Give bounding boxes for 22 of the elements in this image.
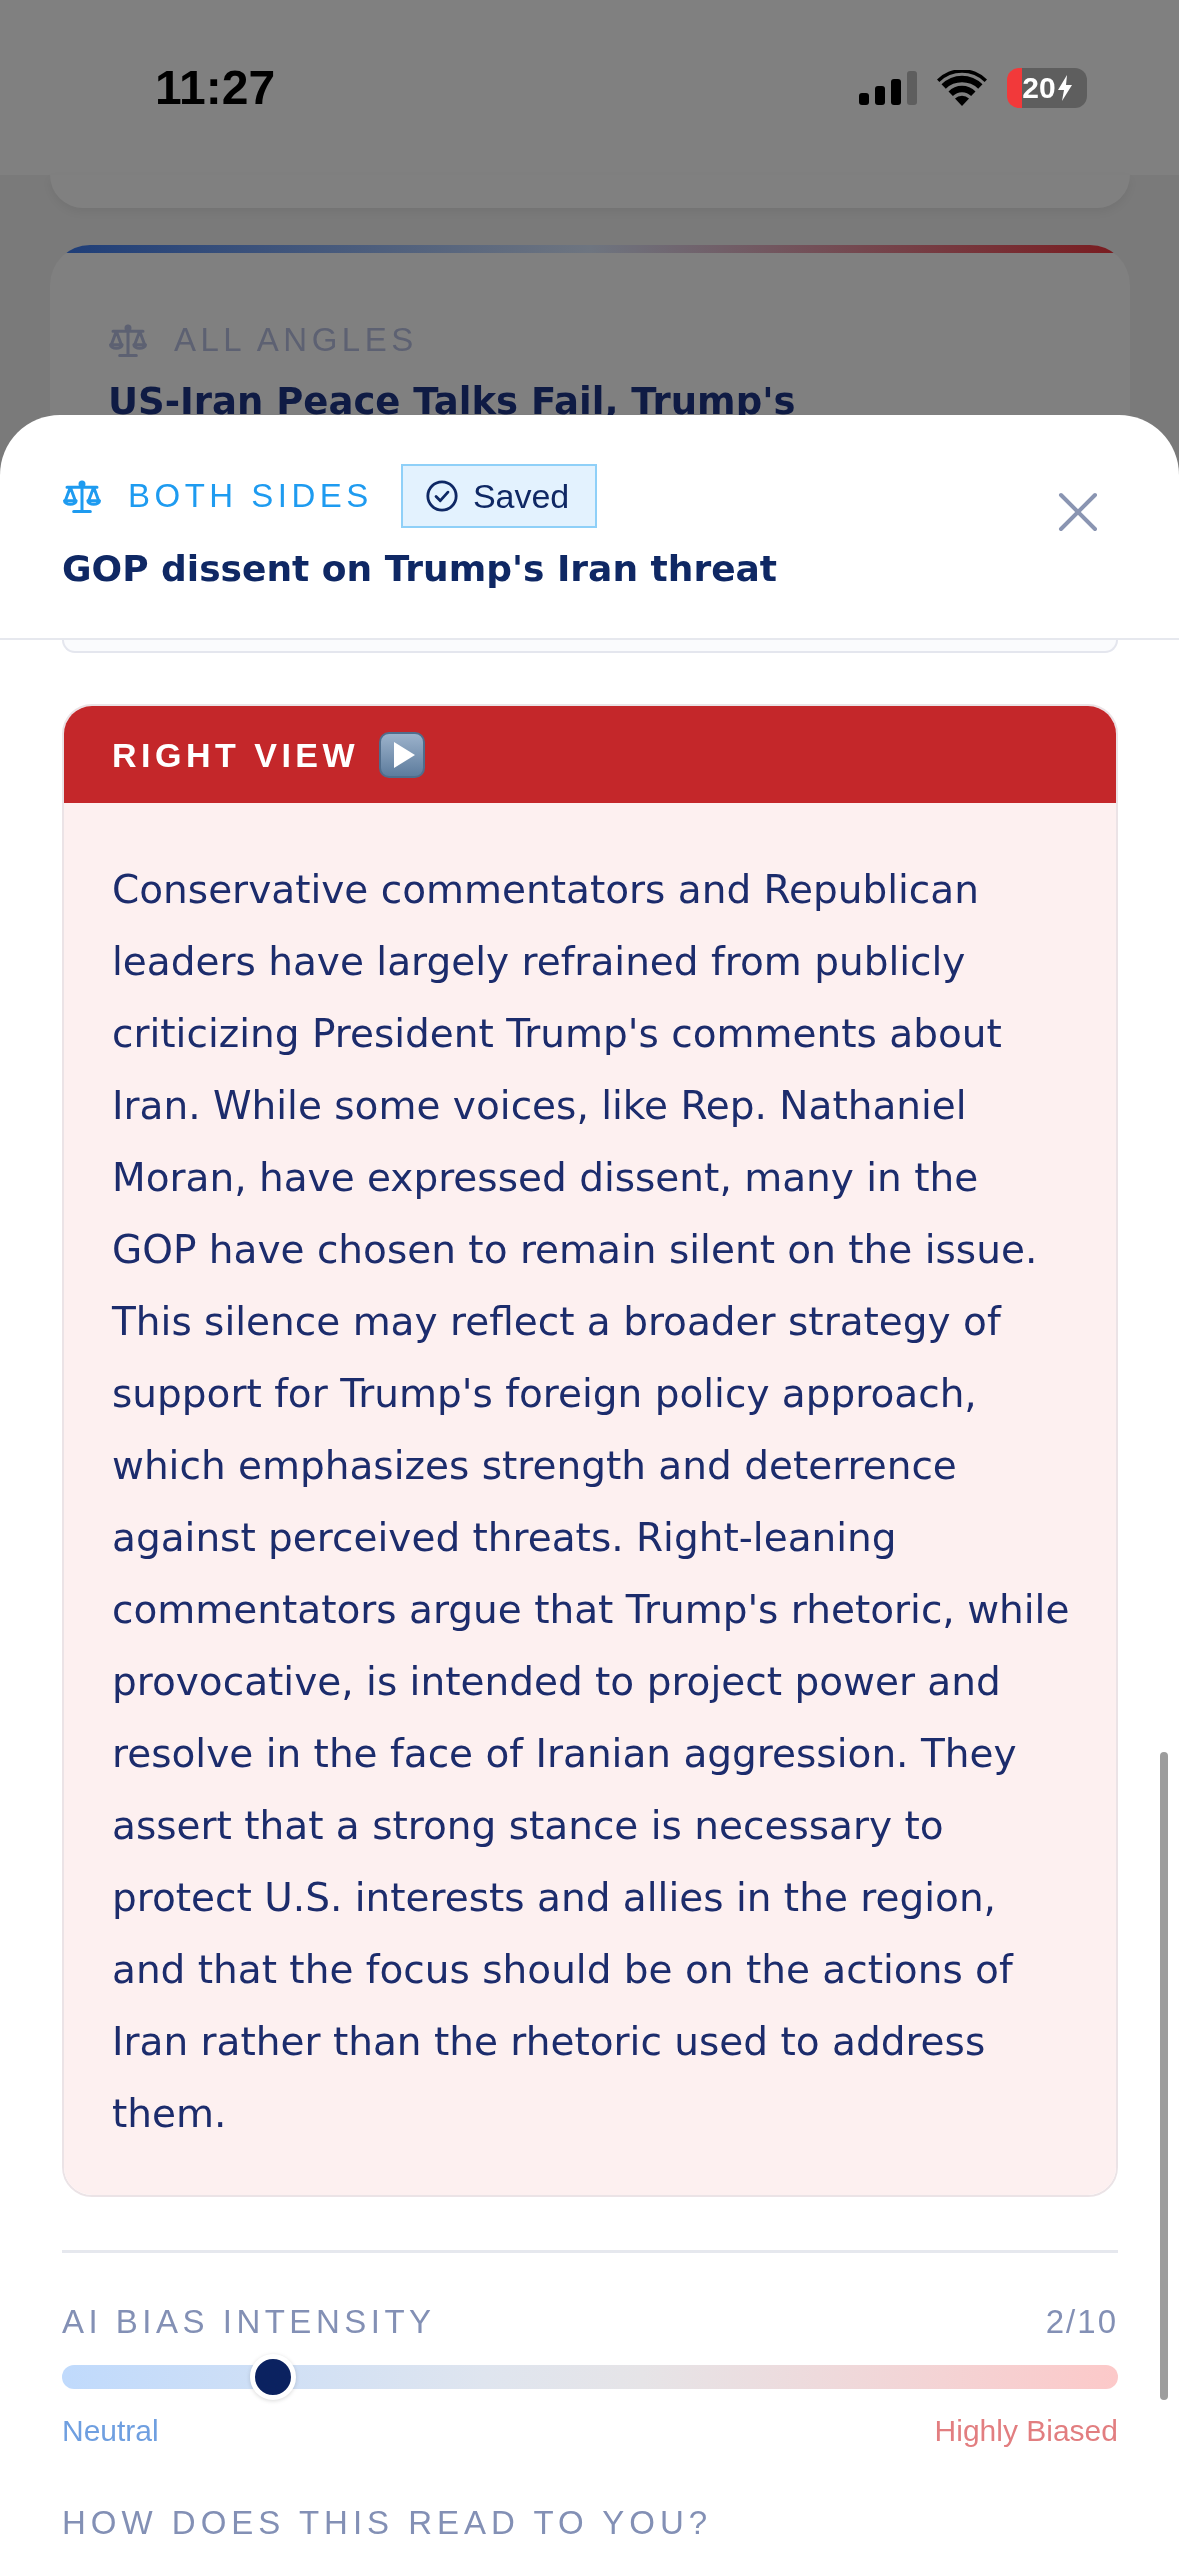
close-button[interactable] xyxy=(1058,492,1098,532)
sheet-title: GOP dissent on Trump's Iran threat xyxy=(62,547,778,591)
play-icon xyxy=(379,731,426,778)
bias-score: 2/10 xyxy=(1045,2302,1118,2342)
scale-max-label: Highly Biased xyxy=(934,2413,1118,2449)
category-label: BOTH SIDES xyxy=(128,476,373,516)
signal-icon xyxy=(859,70,917,105)
bias-label: AI BIAS INTENSITY xyxy=(62,2302,436,2342)
card-title: US-Iran Peace Talks Fail, Trump's xyxy=(108,379,796,425)
view-heading: RIGHT VIEW xyxy=(112,734,360,776)
scale-min-label: Neutral xyxy=(62,2413,159,2449)
check-circle-icon xyxy=(424,479,459,513)
question-heading: HOW DOES THIS READ TO YOU? xyxy=(62,2503,713,2543)
scale-icon xyxy=(62,478,102,514)
view-text: Conservative commentators and Republican leaders have largely refrained from publicly criticizing President Trump's comments about Iran. While some voices, like Rep. Nathaniel Moran, have expressed dissent, many in the GOP have chosen to remain silent on the issue. This silence may reflect a broader strategy of support for Trump's foreign policy approach, which emphasizes strength and deterrence against perceived threats. Right-leaning commentators argue that Trump's rhetoric, while provocative, is intended to project power and resolve in the face of Iranian aggression. They assert that a strong stance is necessary to protect U.S. interests and allies in the region, and that the focus should be on the actions of Iran rather than the rhetoric used to address them. xyxy=(112,866,1070,2138)
status-time: 11:27 xyxy=(155,63,276,112)
wifi-icon xyxy=(937,69,987,106)
close-icon xyxy=(1058,492,1098,532)
saved-button[interactable]: Saved xyxy=(400,464,598,528)
charging-bolt-icon xyxy=(1057,74,1072,101)
scale-icon xyxy=(108,322,148,358)
battery-level: 20 xyxy=(1022,72,1056,103)
